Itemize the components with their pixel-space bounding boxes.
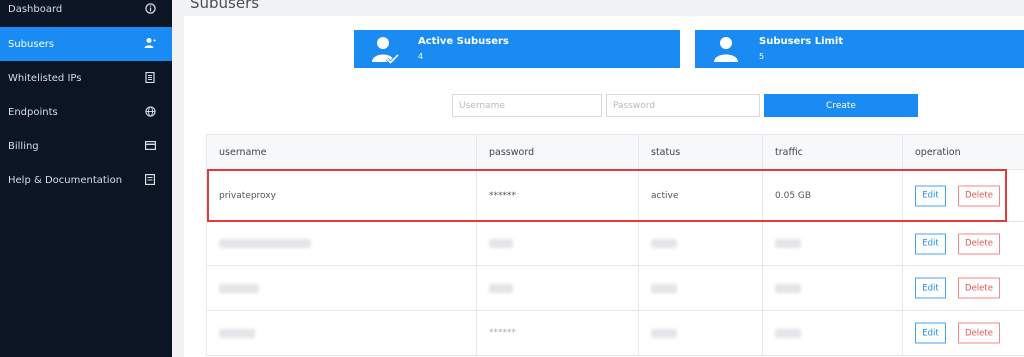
sidebar: Dashboard Subusers Whitelisted IPs Endpo… <box>0 0 172 357</box>
redacted-text <box>219 239 311 248</box>
info-icon <box>144 2 156 14</box>
redacted-text <box>489 283 513 293</box>
cell-traffic <box>762 311 902 355</box>
cell-operation: Edit Delete <box>902 170 1024 221</box>
password-input[interactable] <box>606 94 760 117</box>
redacted-text <box>775 328 801 338</box>
list-icon <box>144 71 156 83</box>
cell-username <box>206 266 476 310</box>
sidebar-item-help[interactable]: Help & Documentation <box>0 163 172 197</box>
redacted-text <box>489 239 513 248</box>
card-value: 4 <box>418 52 424 61</box>
sidebar-item-label: Whitelisted IPs <box>8 72 82 84</box>
sidebar-item-label: Billing <box>8 140 39 152</box>
main-area: Subusers Active Subusers 4 Subusers Limi… <box>172 0 1024 357</box>
user-icon <box>714 37 738 62</box>
column-header-password: password <box>476 135 638 169</box>
cell-status <box>638 266 762 310</box>
sidebar-item-billing[interactable]: Billing <box>0 129 172 163</box>
delete-button[interactable]: Delete <box>958 322 1000 344</box>
cell-operation: Edit Delete <box>902 266 1024 310</box>
sidebar-item-subusers[interactable]: Subusers <box>0 27 172 61</box>
redacted-text <box>651 328 677 338</box>
cell-status <box>638 222 762 265</box>
sidebar-item-label: Help & Documentation <box>8 174 123 186</box>
column-header-status: status <box>638 135 762 169</box>
delete-button[interactable]: Delete <box>958 277 1000 299</box>
sidebar-item-label: Subusers <box>8 38 55 50</box>
edit-button[interactable]: Edit <box>915 185 946 206</box>
content-panel: Active Subusers 4 Subusers Limit 5 Creat… <box>184 16 1024 357</box>
sidebar-item-dashboard[interactable]: Dashboard <box>0 0 172 26</box>
cell-operation: Edit Delete <box>902 311 1024 355</box>
table-row: Edit Delete <box>206 266 1024 311</box>
edit-button[interactable]: Edit <box>915 322 946 344</box>
cell-username <box>206 311 476 355</box>
redacted-text <box>651 239 677 248</box>
cell-traffic <box>762 266 902 310</box>
active-subusers-card: Active Subusers 4 <box>354 30 680 68</box>
table-row: Edit Delete <box>206 222 1024 266</box>
table-row: ****** Edit Delete <box>206 311 1024 356</box>
column-header-username: username <box>206 135 476 169</box>
redacted-text <box>775 239 801 248</box>
sidebar-item-endpoints[interactable]: Endpoints <box>0 95 172 129</box>
redacted-text <box>219 283 259 293</box>
create-button[interactable]: Create <box>764 94 918 117</box>
column-header-traffic: traffic <box>762 135 902 169</box>
card-value: 5 <box>759 52 765 61</box>
cell-username: privateproxy <box>206 170 476 221</box>
cell-status <box>638 311 762 355</box>
cell-password <box>476 266 638 310</box>
card-icon <box>144 139 156 151</box>
card-title: Subusers Limit <box>759 36 844 47</box>
column-header-operation: operation <box>902 135 1024 169</box>
cell-operation: Edit Delete <box>902 222 1024 265</box>
table-row: privateproxy ****** active 0.05 GB Edit … <box>206 170 1024 222</box>
subusers-limit-card: Subusers Limit 5 <box>695 30 1024 68</box>
document-icon <box>144 173 156 185</box>
sidebar-item-label: Endpoints <box>8 106 58 118</box>
redacted-text <box>775 283 801 293</box>
cell-username <box>206 222 476 265</box>
delete-button[interactable]: Delete <box>958 185 1000 206</box>
user-plus-icon <box>144 37 156 49</box>
delete-button[interactable]: Delete <box>958 233 1000 254</box>
user-check-icon <box>372 37 400 65</box>
edit-button[interactable]: Edit <box>915 233 946 254</box>
sidebar-item-whitelisted-ips[interactable]: Whitelisted IPs <box>0 61 172 95</box>
redacted-text <box>219 328 255 338</box>
globe-icon <box>144 105 156 117</box>
cell-password: ****** <box>476 170 638 221</box>
card-title: Active Subusers <box>418 36 509 47</box>
cell-password: ****** <box>476 311 638 355</box>
cell-traffic: 0.05 GB <box>762 170 902 221</box>
table-header: username password status traffic operati… <box>206 134 1024 170</box>
edit-button[interactable]: Edit <box>915 277 946 299</box>
sidebar-item-label: Dashboard <box>8 3 63 15</box>
redacted-text <box>651 283 677 293</box>
cell-password <box>476 222 638 265</box>
username-input[interactable] <box>452 94 602 117</box>
cell-status: active <box>638 170 762 221</box>
page-title: Subusers <box>190 0 260 12</box>
cell-traffic <box>762 222 902 265</box>
